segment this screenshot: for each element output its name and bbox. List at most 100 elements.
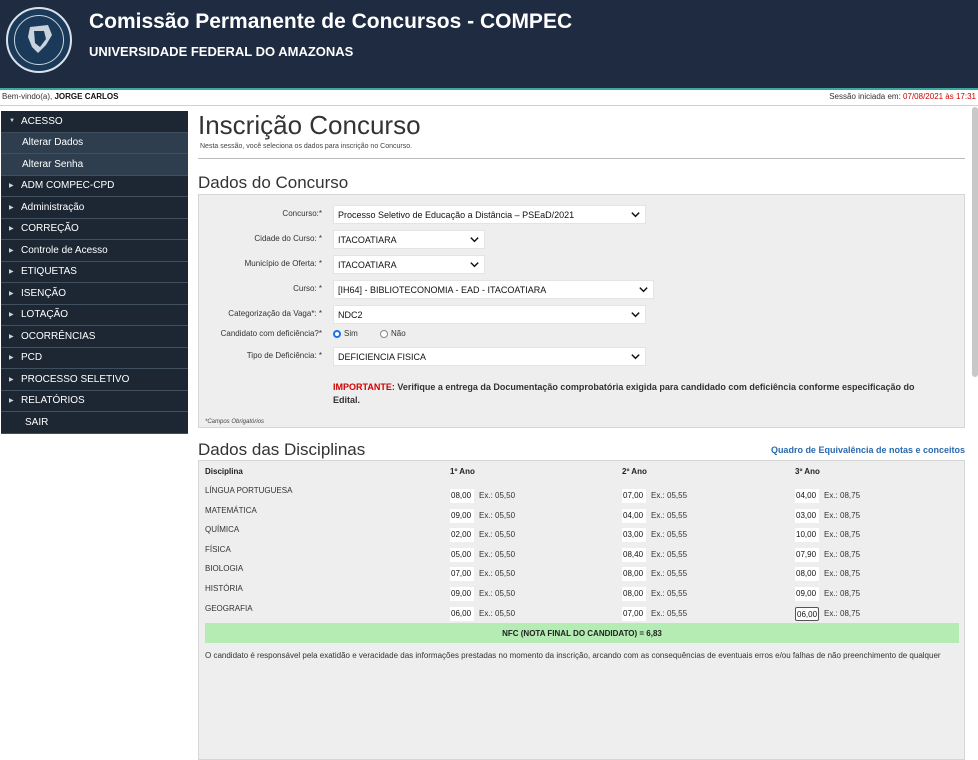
sidebar-item-controle-acesso[interactable]: ▶ Controle de Acesso [1,240,188,262]
chevron-down-icon [631,212,640,218]
grade-input[interactable]: 09,00 [450,587,474,601]
sidebar-item-relatorios[interactable]: ▶ RELATÓRIOS [1,390,188,412]
disciplina-name: QUÍMICA [205,525,240,534]
chevron-right-icon: ▶ [9,355,14,362]
curso-select[interactable]: [IH64] - BIBLIOTECONOMIA - EAD - ITACOAT… [333,280,654,299]
required-note: *Campos Obrigatórios [205,419,265,425]
categorizacao-label: Categorização da Vaga*: * [228,309,322,318]
column-header-disciplina: Disciplina [205,467,243,476]
sidebar-item-sair[interactable]: SAIR [1,412,188,434]
sidebar-item-isencao[interactable]: ▶ ISENÇÃO [1,283,188,305]
grade-input[interactable]: 07,00 [622,489,646,503]
grade-example: Ex.: 05,50 [479,511,516,520]
sidebar-item-correcao[interactable]: ▶ CORREÇÃO [1,218,188,240]
grade-example: Ex.: 08,75 [824,609,861,618]
grade-input[interactable]: 06,00 [795,607,819,621]
sidebar-item-adm-compec[interactable]: ▶ ADM COMPEC-CPD [1,175,188,197]
grade-input[interactable]: 09,00 [450,509,474,523]
deficiencia-nao-label: Não [391,329,406,338]
tipo-deficiencia-label: Tipo de Deficiência: * [246,351,322,360]
page-scrollbar[interactable] [972,107,978,377]
sidebar-item-lotacao[interactable]: ▶ LOTAÇÃO [1,304,188,326]
session-info: Sessão iniciada em: 07/08/2021 às 17:31 [829,92,976,101]
concurso-form: Concurso:* Processo Seletivo de Educação… [198,194,965,428]
grade-input[interactable]: 04,00 [622,509,646,523]
grade-input[interactable]: 02,00 [450,528,474,542]
grade-example: Ex.: 05,55 [651,569,688,578]
grade-input[interactable]: 06,00 [450,607,474,621]
equivalencia-link[interactable]: Quadro de Equivalência de notas e concei… [771,445,965,455]
disciplina-name: LÍNGUA PORTUGUESA [205,486,293,495]
grade-input[interactable]: 08,00 [622,587,646,601]
sidebar-item-processo-seletivo[interactable]: ▶ PROCESSO SELETIVO [1,369,188,391]
concurso-label: Concurso:* [282,209,322,218]
page-title: Inscrição Concurso [198,110,421,140]
chevron-down-icon: ▼ [9,118,15,125]
grade-input[interactable]: 07,90 [795,548,819,562]
header-title: Comissão Permanente de Concursos - COMPE… [89,10,573,33]
chevron-right-icon: ▶ [9,269,14,276]
page-description: Nesta sessão, você seleciona os dados pa… [200,143,413,150]
grade-input[interactable]: 10,00 [795,528,819,542]
sidebar-item-acesso[interactable]: ▼ ACESSO [1,111,188,133]
user-name: JORGE CARLOS [54,92,119,101]
sidebar-item-alterar-dados[interactable]: Alterar Dados [1,132,188,154]
cidade-select[interactable]: ITACOATIARA [333,230,485,249]
chevron-right-icon: ▶ [9,204,14,211]
sidebar-menu: ▼ ACESSO Alterar Dados Alterar Senha ▶ ADM… [1,111,188,434]
deficiencia-label: Candidato com deficiência?* [220,329,322,338]
municipio-select[interactable]: ITACOATIARA [333,255,485,274]
grade-example: Ex.: 08,75 [824,530,861,539]
sidebar-item-ocorrencias[interactable]: ▶ OCORRÊNCIAS [1,326,188,348]
sidebar-item-etiquetas[interactable]: ▶ ETIQUETAS [1,261,188,283]
sidebar-item-administracao[interactable]: ▶ Administração [1,197,188,219]
welcome-text: Bem-vindo(a), JORGE CARLOS [2,92,119,101]
deficiencia-sim-label: Sim [344,329,358,338]
grade-input[interactable]: 03,00 [795,509,819,523]
grade-example: Ex.: 08,75 [824,511,861,520]
disciplina-name: FÍSICA [205,545,231,554]
section-title-disciplinas: Dados das Disciplinas [198,440,366,459]
nfc-result-bar: NFC (NOTA FINAL DO CANDIDATO) = 6,83 [205,623,959,643]
chevron-down-icon [470,262,479,268]
disciplina-name: MATEMÁTICA [205,506,257,515]
disciplina-name: BIOLOGIA [205,564,244,573]
grade-example: Ex.: 05,55 [651,530,688,539]
grade-input[interactable]: 08,00 [795,567,819,581]
chevron-right-icon: ▶ [9,290,14,297]
categorizacao-select[interactable]: NDC2 [333,305,646,324]
sidebar-item-alterar-senha[interactable]: Alterar Senha [1,154,188,176]
grade-example: Ex.: 05,55 [651,589,688,598]
grade-example: Ex.: 08,75 [824,550,861,559]
grade-input[interactable]: 03,00 [622,528,646,542]
concurso-select[interactable]: Processo Seletivo de Educação a Distânci… [333,205,646,224]
grade-example: Ex.: 08,75 [824,569,861,578]
grade-input[interactable]: 08,00 [622,567,646,581]
grade-input[interactable]: 07,00 [622,607,646,621]
disciplina-name: GEOGRAFIA [205,604,253,613]
deficiencia-nao-radio[interactable] [380,330,388,338]
chevron-right-icon: ▶ [9,247,14,254]
grade-input[interactable]: 05,00 [450,548,474,562]
grade-input[interactable]: 08,00 [450,489,474,503]
grade-example: Ex.: 08,75 [824,491,861,500]
app-header: Comissão Permanente de Concursos - COMPE… [0,0,978,90]
grade-input[interactable]: 04,00 [795,489,819,503]
section-title-concurso: Dados do Concurso [198,173,349,192]
grade-input[interactable]: 07,00 [450,567,474,581]
tipo-deficiencia-select[interactable]: DEFICIENCIA FISICA [333,347,646,366]
deficiencia-sim-radio[interactable] [333,330,341,338]
sidebar-item-pcd[interactable]: ▶ PCD [1,347,188,369]
grade-example: Ex.: 05,55 [651,511,688,520]
chevron-right-icon: ▶ [9,312,14,319]
chevron-down-icon [631,354,640,360]
column-header-3ano: 3º Ano [795,467,820,476]
disciplina-name: HISTÓRIA [205,584,243,593]
curso-label: Curso: * [293,284,322,293]
grade-example: Ex.: 05,50 [479,569,516,578]
grade-example: Ex.: 05,50 [479,550,516,559]
chevron-right-icon: ▶ [9,183,14,190]
grade-input[interactable]: 09,00 [795,587,819,601]
grade-input[interactable]: 08,40 [622,548,646,562]
column-header-1ano: 1º Ano [450,467,475,476]
